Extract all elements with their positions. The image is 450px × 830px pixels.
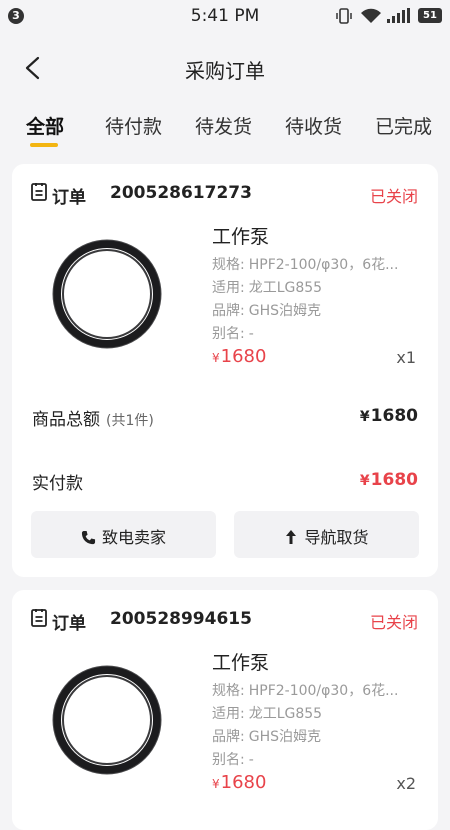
tab-pending-receipt[interactable]: 待收货 (285, 112, 342, 139)
order-icon (31, 609, 47, 627)
product-name: 工作泵 (212, 652, 270, 674)
product-fit: 适用: 龙工LG855 (212, 280, 323, 296)
active-tab-indicator (30, 143, 58, 147)
phone-icon (81, 530, 96, 545)
status-bar: 3 5:41 PM 51 (0, 0, 450, 32)
order-number: 200528617273 (110, 183, 252, 203)
order-card[interactable]: 订单 200528617273 已关闭 工作泵 规格: HPF2-100/φ30，… (12, 164, 438, 577)
product-spec: 规格: HPF2-100/φ30，6花... (212, 257, 399, 273)
product-quantity: x2 (396, 774, 416, 793)
page-title: 采购订单 (185, 59, 265, 83)
product-name: 工作泵 (212, 226, 270, 248)
vibrate-icon (336, 8, 352, 24)
order-icon (31, 183, 47, 201)
order-tabs: 全部 待付款 待发货 待收货 已完成 (0, 102, 450, 152)
tab-completed[interactable]: 已完成 (375, 112, 432, 139)
order-label: 订单 (52, 188, 86, 208)
order-label: 订单 (52, 614, 86, 634)
paid-label: 实付款 (32, 474, 83, 494)
product-spec: 规格: HPF2-100/φ30，6花... (212, 683, 399, 699)
subtotal-label: 商品总额 (共1件) (32, 410, 154, 430)
order-card[interactable]: 订单 200528994615 已关闭 工作泵 规格: HPF2-100/φ30，… (12, 590, 438, 830)
tab-all[interactable]: 全部 (26, 112, 64, 139)
tab-pending-shipment[interactable]: 待发货 (195, 112, 252, 139)
tab-pending-payment[interactable]: 待付款 (105, 112, 162, 139)
product-alias: 别名: - (212, 326, 254, 342)
navigate-icon (286, 530, 297, 544)
product-price: ¥1680 (212, 346, 267, 367)
order-status: 已关闭 (369, 613, 418, 632)
product-fit: 适用: 龙工LG855 (212, 706, 323, 722)
signal-icon (387, 8, 410, 23)
navigate-pickup-button[interactable]: 导航取货 (234, 511, 419, 558)
product-alias: 别名: - (212, 752, 254, 768)
subtotal-amount: ¥1680 (359, 406, 418, 426)
product-brand: 品牌: GHS泊姆克 (212, 303, 321, 319)
paid-amount: ¥1680 (359, 470, 418, 490)
battery-icon: 51 (418, 8, 442, 23)
call-seller-button[interactable]: 致电卖家 (31, 511, 216, 558)
wifi-icon (361, 8, 381, 23)
product-brand: 品牌: GHS泊姆克 (212, 729, 321, 745)
status-time: 5:41 PM (190, 6, 260, 26)
order-number: 200528994615 (110, 609, 252, 629)
product-quantity: x1 (396, 348, 416, 367)
order-status: 已关闭 (369, 187, 418, 206)
product-image (52, 239, 162, 349)
product-price: ¥1680 (212, 772, 267, 793)
header-bar: 采购订单 (0, 32, 450, 102)
product-image (52, 665, 162, 775)
